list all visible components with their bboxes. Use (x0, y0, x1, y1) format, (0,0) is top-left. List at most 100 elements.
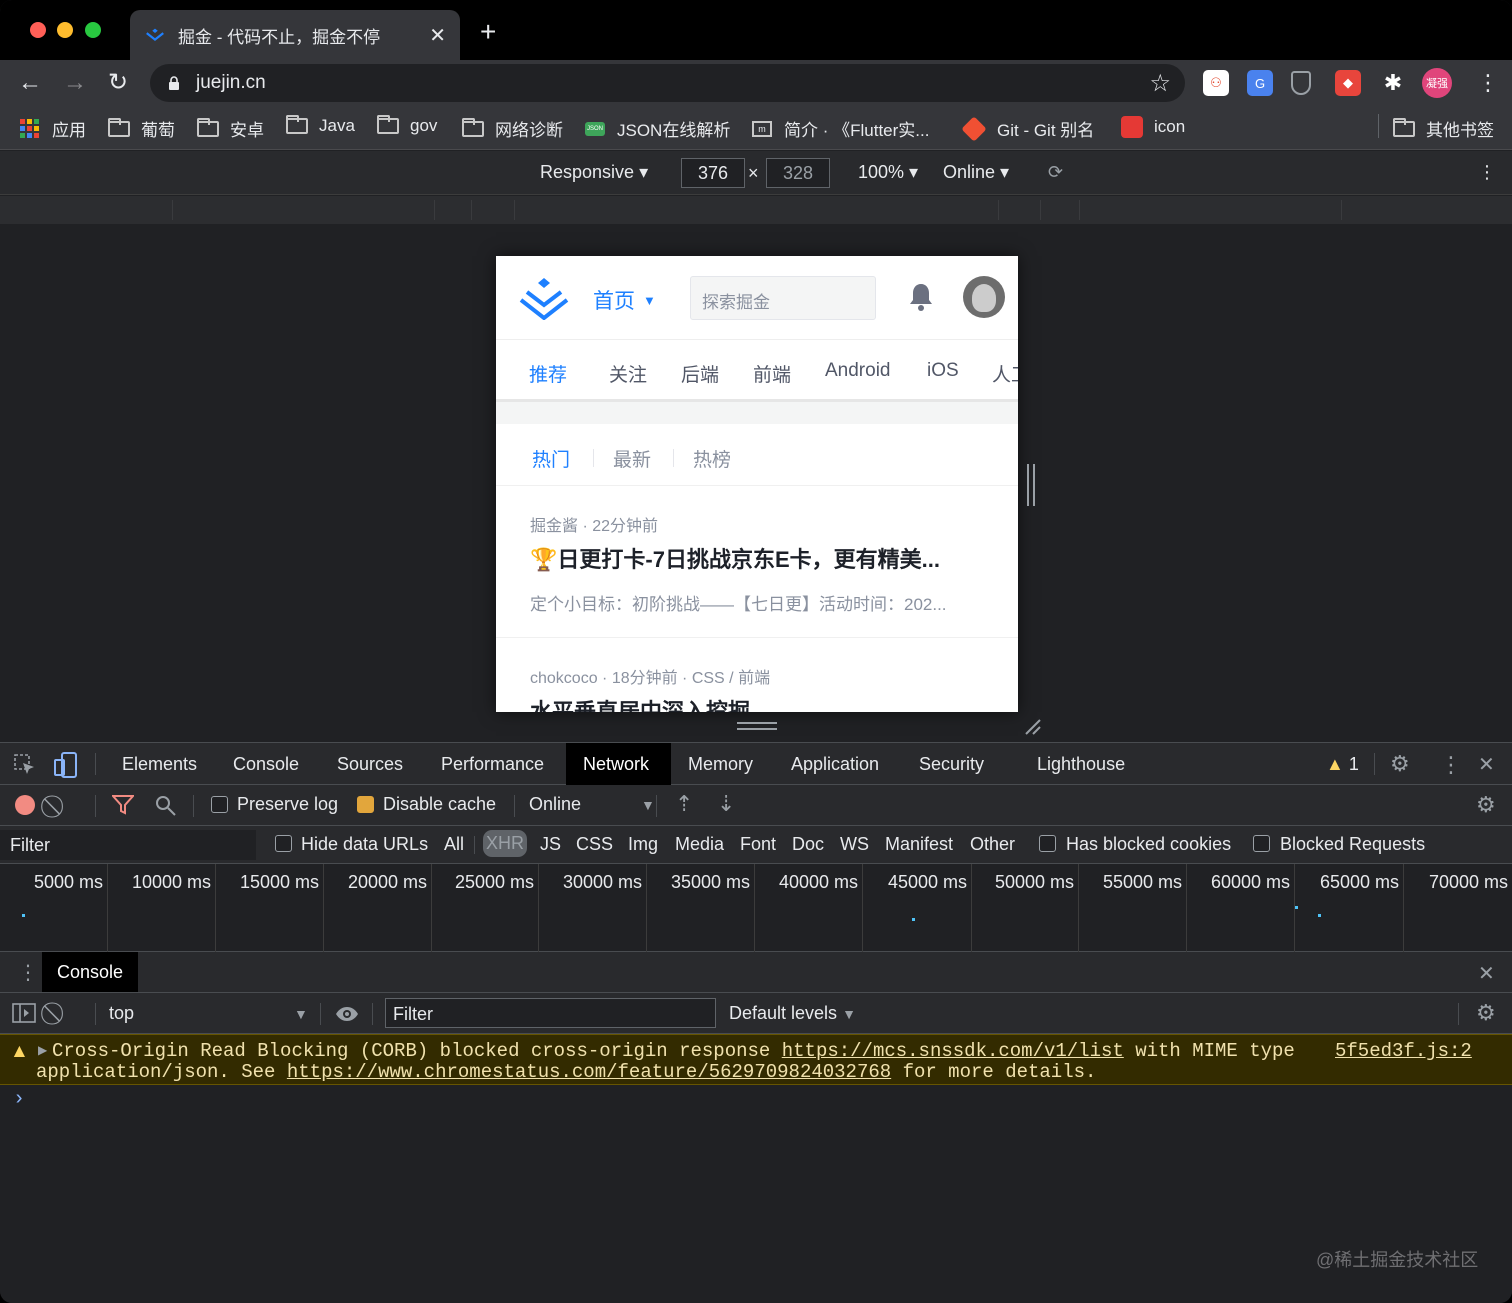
reload-icon[interactable]: ↻ (108, 69, 128, 97)
avatar[interactable] (963, 276, 1005, 318)
puzzle-icon[interactable]: ✱ (1380, 70, 1406, 96)
console-output[interactable]: › (0, 1086, 1512, 1303)
article-item[interactable]: 掘金酱 · 22分钟前 🏆日更打卡-7日挑战京东E卡，更有精美... 定个小目标… (496, 486, 1018, 638)
type-filter-manifest[interactable]: Manifest (885, 834, 953, 855)
cube-extension-icon[interactable]: ◆ (1335, 70, 1361, 96)
console-filter-input[interactable]: Filter (385, 998, 716, 1028)
device-mode-select[interactable]: Responsive ▾ (540, 162, 648, 183)
import-har-icon[interactable]: ⇡ (675, 791, 693, 817)
bookmark-star-icon[interactable]: ☆ (1149, 69, 1171, 98)
type-filter-ws[interactable]: WS (840, 834, 869, 855)
bell-icon[interactable] (908, 282, 934, 312)
minimize-window-button[interactable] (57, 22, 73, 38)
console-settings-icon[interactable]: ⚙ (1476, 1000, 1496, 1026)
sort-tab-hot[interactable]: 热门 (532, 445, 570, 472)
console-warning-message[interactable]: ▲ ▶ Cross-Origin Read Blocking (CORB) bl… (0, 1034, 1512, 1085)
disable-cache-checkbox[interactable] (357, 796, 374, 813)
bookmark-folder[interactable]: 安卓 (197, 116, 264, 141)
bookmark-git[interactable]: Git - Git 别名 (961, 115, 1094, 142)
type-filter-doc[interactable]: Doc (792, 834, 824, 855)
console-prompt[interactable]: › (13, 1088, 25, 1111)
shield-icon[interactable] (1291, 71, 1311, 95)
resize-handle-right[interactable] (1027, 464, 1035, 506)
rotate-icon[interactable]: ⟳ (1048, 162, 1063, 183)
export-har-icon[interactable]: ⇣ (717, 791, 735, 817)
nav-tab-follow[interactable]: 关注 (609, 360, 647, 387)
nav-tab-frontend[interactable]: 前端 (753, 360, 791, 387)
type-filter-js[interactable]: JS (540, 834, 561, 855)
sort-tab-new[interactable]: 最新 (613, 445, 651, 472)
preserve-log-checkbox[interactable] (211, 796, 228, 813)
network-throttle-dropdown[interactable]: Online ▼ (529, 794, 655, 815)
forward-icon[interactable]: → (63, 69, 87, 97)
resize-handle-bottom[interactable] (737, 722, 777, 730)
live-expression-eye-icon[interactable] (335, 1006, 359, 1022)
sort-tab-rank[interactable]: 热榜 (693, 445, 731, 472)
context-selector[interactable]: top ▼ (109, 1003, 308, 1024)
tab-memory[interactable]: Memory (671, 743, 770, 785)
back-icon[interactable]: ← (18, 69, 42, 97)
close-drawer-icon[interactable]: ✕ (1478, 961, 1495, 986)
warning-counter[interactable]: ▲ 1 (1326, 754, 1359, 775)
article-title[interactable]: 🏆日更打卡-7日挑战京东E卡，更有精美... (530, 542, 940, 574)
network-overview-timeline[interactable]: 5000 ms 10000 ms 15000 ms 20000 ms 25000… (0, 864, 1512, 952)
drawer-tab-console[interactable]: Console (42, 952, 139, 992)
type-filter-xhr[interactable]: XHR (483, 830, 528, 857)
blocked-requests-checkbox[interactable] (1253, 835, 1270, 852)
bookmark-flutter[interactable]: m 简介 · 《Flutter实... (752, 116, 929, 141)
tab-sources[interactable]: Sources (320, 743, 420, 785)
resize-corner-icon[interactable] (1022, 716, 1042, 736)
settings-gear-icon[interactable]: ⚙ (1390, 751, 1410, 777)
new-tab-button[interactable]: + (480, 18, 496, 46)
browser-menu-icon[interactable]: ⋮ (1477, 69, 1499, 97)
bookmark-apps[interactable]: 应用 (20, 116, 86, 141)
filter-funnel-icon[interactable] (112, 795, 134, 815)
network-settings-icon[interactable]: ⚙ (1476, 792, 1496, 818)
address-bar[interactable]: juejin.cn ☆ (150, 64, 1185, 102)
nav-tab-android[interactable]: Android (825, 360, 891, 382)
log-levels-dropdown[interactable]: Default levels ▼ (729, 1003, 856, 1024)
type-filter-all[interactable]: All (444, 834, 464, 855)
bookmark-folder[interactable]: 葡萄 (108, 116, 175, 141)
type-filter-other[interactable]: Other (970, 834, 1015, 855)
search-input[interactable]: 探索掘金 (690, 276, 876, 320)
inspect-element-icon[interactable] (14, 754, 36, 776)
filter-input[interactable]: Filter (0, 830, 256, 860)
nav-tab-recommend[interactable]: 推荐 (529, 360, 567, 387)
hide-data-urls-checkbox[interactable] (275, 835, 292, 852)
close-window-button[interactable] (30, 22, 46, 38)
home-dropdown[interactable]: 首页 ▼ (593, 285, 656, 315)
tab-network[interactable]: Network (566, 743, 671, 785)
tab-lighthouse[interactable]: Lighthouse (1020, 743, 1142, 785)
bookmark-other[interactable]: 其他书签 (1393, 116, 1494, 141)
juejin-logo-icon[interactable] (518, 276, 570, 320)
search-icon[interactable] (155, 795, 177, 817)
bookmark-folder[interactable]: 网络诊断 (462, 116, 563, 141)
expand-arrow-icon[interactable]: ▶ (38, 1043, 47, 1057)
device-toolbar-menu-icon[interactable]: ⋮ (1478, 162, 1496, 183)
network-throttle-select[interactable]: Online ▾ (943, 162, 1009, 183)
bookmark-json[interactable]: JSON JSON在线解析 (585, 116, 730, 141)
extension-org-icon[interactable]: ⚇ (1203, 70, 1229, 96)
tab-performance[interactable]: Performance (424, 743, 561, 785)
has-blocked-cookies-checkbox[interactable] (1039, 835, 1056, 852)
devtools-menu-icon[interactable]: ⋮ (1440, 752, 1462, 778)
drawer-menu-icon[interactable]: ⋮ (18, 960, 38, 985)
device-toggle-icon[interactable] (54, 752, 78, 778)
type-filter-font[interactable]: Font (740, 834, 776, 855)
bookmark-folder[interactable]: gov (377, 115, 437, 136)
maximize-window-button[interactable] (85, 22, 101, 38)
translate-icon[interactable]: G (1247, 70, 1273, 96)
chromestatus-link[interactable]: https://www.chromestatus.com/feature/562… (287, 1061, 891, 1083)
tab-security[interactable]: Security (902, 743, 1001, 785)
nav-tab-ai[interactable]: 人工 (992, 360, 1018, 387)
browser-tab[interactable]: 掘金 - 代码不止，掘金不停 ✕ (130, 10, 460, 60)
nav-tab-backend[interactable]: 后端 (681, 360, 719, 387)
nav-tab-ios[interactable]: iOS (927, 360, 959, 382)
article-item[interactable]: chokcoco · 18分钟前 · CSS / 前端 水平垂直居中深入挖掘 (496, 638, 1018, 712)
type-filter-media[interactable]: Media (675, 834, 724, 855)
tab-console[interactable]: Console (216, 743, 316, 785)
tab-elements[interactable]: Elements (105, 743, 214, 785)
type-filter-css[interactable]: CSS (576, 834, 613, 855)
sidebar-toggle-icon[interactable] (12, 1003, 36, 1023)
